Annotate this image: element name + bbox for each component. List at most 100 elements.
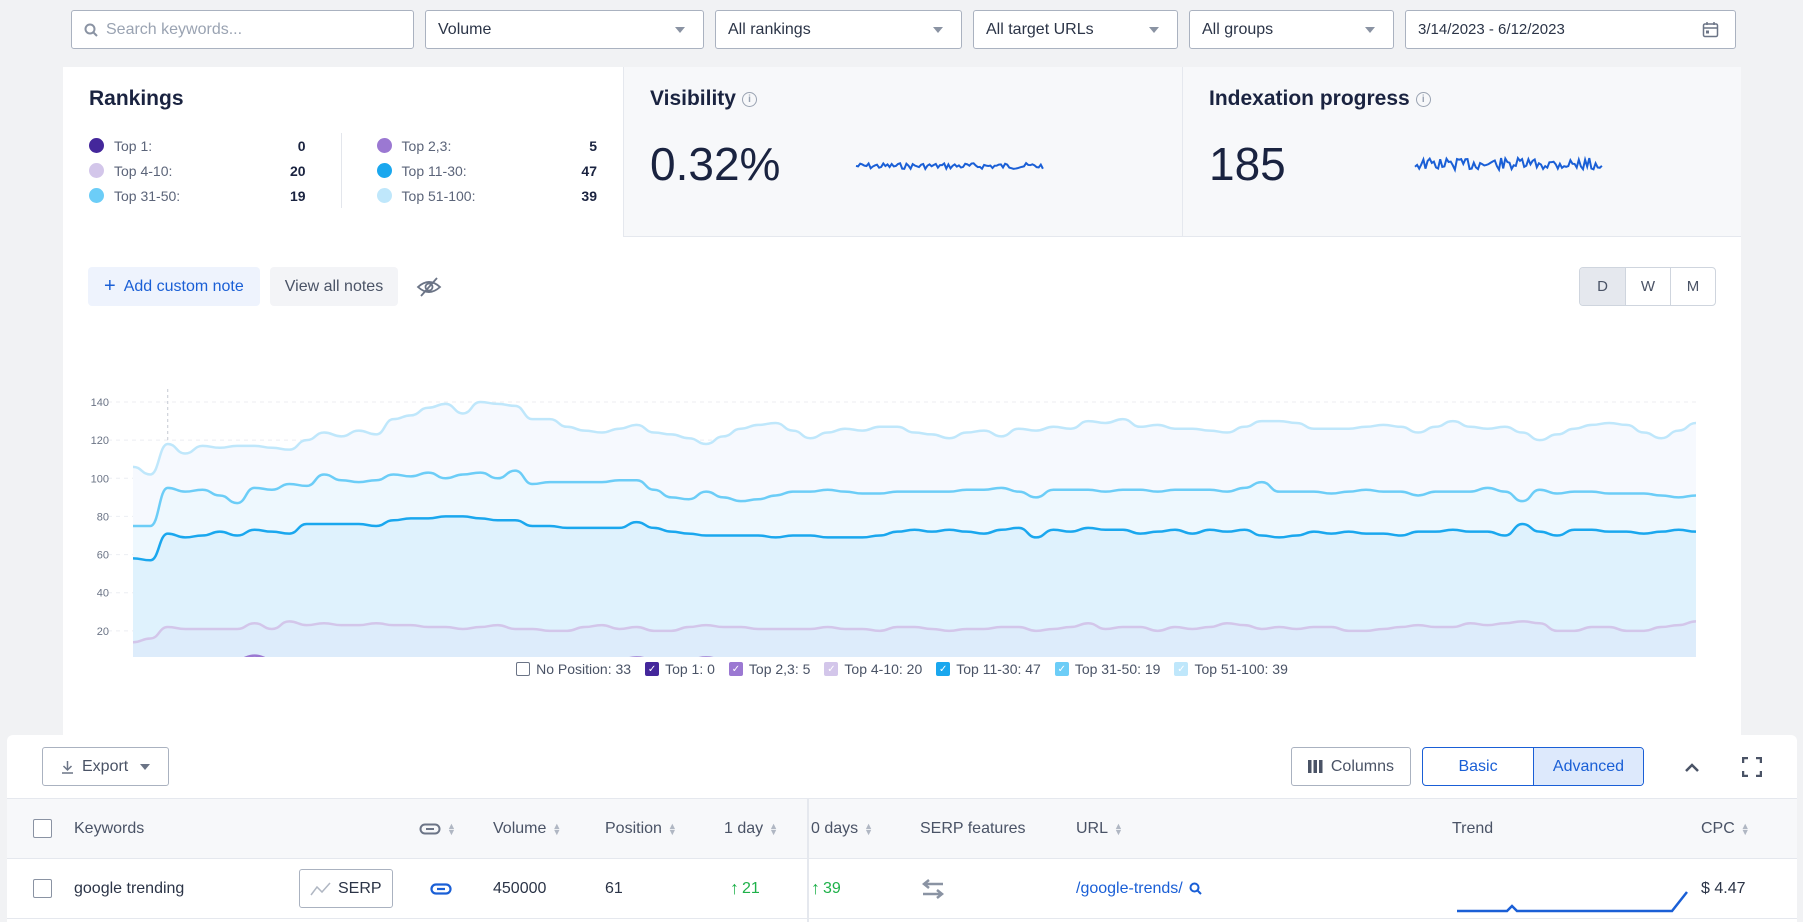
ranking-label: Top 2,3: — [401, 137, 452, 154]
advanced-view-button[interactable]: Advanced — [1533, 748, 1643, 785]
1day-column-header[interactable]: 1 day ▲ ▼ — [724, 820, 778, 838]
period-month-button[interactable]: M — [1670, 268, 1715, 305]
cpc-column-header[interactable]: CPC ▲ ▼ — [1701, 820, 1750, 838]
cpc-header-label: CPC — [1701, 819, 1735, 837]
url-link[interactable]: /google-trends/ — [1076, 880, 1183, 898]
columns-icon — [1307, 760, 1323, 773]
filters-bar: Search keywords... Volume All rankings A… — [71, 10, 1736, 49]
caret-down-icon — [675, 27, 685, 33]
ranking-value: 19 — [289, 187, 306, 204]
columns-button[interactable]: Columns — [1290, 747, 1411, 786]
table-row: google trending SERP 450000 61 ↑ 21 ↑ 39 /… — [7, 859, 1797, 919]
position-column-header[interactable]: Position ▲ ▼ — [605, 820, 677, 838]
legend-item[interactable]: ✓ Top 2,3: 5 — [728, 661, 810, 677]
ranking-label: Top 4-10: — [114, 162, 173, 179]
url-header-label: URL — [1076, 819, 1109, 837]
basic-view-button[interactable]: Basic — [1423, 748, 1533, 785]
fullscreen-icon[interactable] — [1742, 756, 1762, 777]
caret-down-icon — [933, 27, 943, 33]
rankings-dropdown[interactable]: All rankings — [715, 10, 962, 49]
checkbox-checked-icon[interactable]: ✓ — [728, 662, 743, 676]
checkbox-checked-icon[interactable]: ✓ — [1054, 662, 1069, 676]
legend-item[interactable]: ✓ Top 51-100: 39 — [1174, 661, 1288, 677]
y-tick-label: 140 — [91, 397, 109, 409]
legend-item[interactable]: ✓ Top 4-10: 20 — [824, 661, 922, 677]
ranking-color-dot — [89, 188, 104, 203]
checkbox-unchecked-icon[interactable] — [516, 662, 531, 676]
checkbox-checked-icon[interactable]: ✓ — [1174, 662, 1189, 676]
view-mode-switch: Basic Advanced — [1422, 747, 1644, 786]
link-icon[interactable] — [430, 882, 452, 895]
serp-features-column-header[interactable]: SERP features — [920, 820, 1026, 838]
volume-label: Volume — [438, 20, 492, 38]
export-button[interactable]: Export — [42, 747, 170, 786]
serp-features-header-label: SERP features — [920, 819, 1026, 837]
link-column-header[interactable]: ▲ ▼ — [419, 821, 456, 836]
legend-item[interactable]: ✓ Top 11-30: 47 — [936, 661, 1041, 677]
checkbox-checked-icon[interactable]: ✓ — [936, 662, 951, 676]
ranking-color-dot — [89, 163, 104, 178]
checkbox-checked-icon[interactable]: ✓ — [824, 662, 839, 676]
checkbox-checked-icon[interactable]: ✓ — [645, 662, 660, 676]
url-column-header[interactable]: URL ▲ ▼ — [1076, 820, 1123, 838]
legend-item[interactable]: No Position: 33 — [516, 661, 631, 677]
search-icon — [84, 23, 98, 37]
serp-features-swap-icon[interactable] — [921, 878, 945, 899]
row-checkbox[interactable] — [33, 879, 52, 898]
trend-sparkline — [1457, 891, 1688, 913]
date-range-picker[interactable]: 3/14/2023 - 6/12/2023 — [1405, 10, 1736, 49]
position-header-label: Position — [605, 819, 662, 837]
ranking-label: Top 11-30: — [401, 162, 467, 179]
y-tick-label: 80 — [97, 511, 109, 523]
legend-item[interactable]: ✓ Top 31-50: 19 — [1054, 661, 1160, 677]
serp-button[interactable]: SERP — [299, 869, 393, 908]
volume-column-header[interactable]: Volume ▲ ▼ — [493, 820, 561, 838]
rankings-chart: 020406080100120140Mar 14Mar 18Mar 22Mar … — [91, 389, 1697, 657]
sort-icon: ▲ ▼ — [769, 820, 779, 837]
0days-header-label: 0 days — [811, 819, 859, 837]
arrow-up-icon: ↑ — [730, 878, 739, 898]
rankings-left-column: Top 1: 0 Top 4-10: 20 Top 31-50: 19 — [89, 133, 306, 208]
1day-change-cell: 21 — [742, 879, 760, 897]
legend-label: No Position: 33 — [536, 661, 632, 677]
info-icon[interactable]: i — [1415, 91, 1431, 107]
ranking-value: 47 — [581, 162, 597, 179]
groups-label: All groups — [1202, 20, 1274, 38]
view-all-notes-button[interactable]: View all notes — [269, 267, 399, 306]
legend-label: Top 51-100: 39 — [1194, 661, 1288, 677]
legend-item[interactable]: ✓ Top 1: 0 — [645, 661, 715, 677]
columns-label: Columns — [1330, 757, 1394, 775]
select-all-checkbox[interactable] — [33, 819, 52, 838]
0days-column-header[interactable]: 0 days ▲ ▼ — [811, 820, 873, 838]
volume-cell: 450000 — [493, 879, 547, 897]
legend-label: Top 4-10: 20 — [844, 661, 923, 677]
groups-dropdown[interactable]: All groups — [1189, 10, 1394, 49]
collapse-chevron-up-icon[interactable] — [1683, 761, 1701, 773]
table-toolbar: Export Columns Basic Advanced — [7, 735, 1797, 799]
visibility-card: Visibility i 0.32% — [623, 67, 1182, 237]
info-icon[interactable]: i — [741, 91, 757, 107]
ranking-color-dot — [376, 188, 392, 203]
period-day-button[interactable]: D — [1580, 268, 1625, 305]
keyword-cell: google trending — [74, 879, 185, 897]
ranking-row: Top 31-50: 19 — [89, 183, 306, 208]
serp-label: SERP — [338, 879, 382, 897]
volume-dropdown[interactable]: Volume — [425, 10, 704, 49]
ranking-label: Top 31-50: — [114, 187, 181, 204]
keywords-column-header[interactable]: Keywords — [74, 820, 144, 838]
sort-icon: ▲ ▼ — [864, 820, 874, 837]
ranking-row: Top 51-100: 39 — [376, 183, 597, 208]
target-urls-dropdown[interactable]: All target URLs — [973, 10, 1178, 49]
period-week-button[interactable]: W — [1625, 268, 1670, 305]
search-icon[interactable] — [1189, 882, 1202, 895]
indexation-title: Indexation progress — [1209, 87, 1410, 110]
search-placeholder: Search keywords... — [106, 20, 243, 38]
hide-notes-eye-off-icon[interactable] — [416, 276, 442, 298]
chart-legend: No Position: 33 ✓ Top 1: 0 ✓ Top 2,3: 5 ✓ Top … — [63, 661, 1741, 677]
visibility-sparkline — [855, 161, 1044, 172]
y-tick-label: 60 — [97, 550, 109, 562]
add-custom-note-button[interactable]: + Add custom note — [88, 267, 260, 306]
search-input[interactable]: Search keywords... — [71, 10, 414, 49]
ranking-label: Top 51-100: — [401, 187, 476, 204]
ranking-row: Top 1: 0 — [89, 133, 306, 158]
